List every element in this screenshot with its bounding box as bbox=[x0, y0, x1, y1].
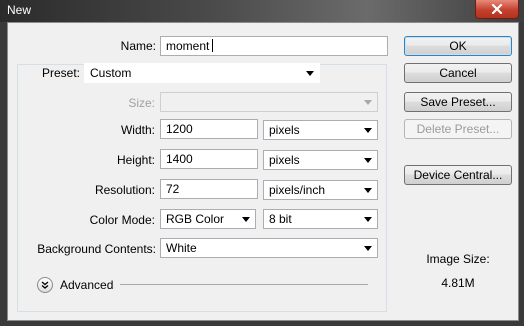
size-select[interactable] bbox=[160, 92, 378, 112]
resolution-unit-value: pixels/inch bbox=[269, 183, 326, 197]
height-unit-select[interactable]: pixels bbox=[263, 150, 378, 170]
resolution-unit-select[interactable]: pixels/inch bbox=[263, 180, 378, 200]
background-contents-value: White bbox=[166, 241, 197, 255]
size-label: Size: bbox=[128, 96, 155, 110]
name-label: Name: bbox=[120, 39, 156, 53]
name-input[interactable]: moment bbox=[160, 36, 388, 56]
width-input-value: 1200 bbox=[166, 122, 193, 136]
chevron-down-icon bbox=[364, 188, 372, 193]
height-unit-value: pixels bbox=[269, 153, 300, 167]
image-size-value: 4.81M bbox=[441, 276, 475, 290]
height-input-value: 1400 bbox=[166, 152, 193, 166]
chevron-double-down-icon bbox=[41, 281, 49, 289]
chevron-down-icon bbox=[242, 217, 250, 222]
cancel-button[interactable]: Cancel bbox=[404, 63, 512, 83]
close-button[interactable] bbox=[475, 0, 519, 19]
width-unit-select[interactable]: pixels bbox=[263, 120, 378, 140]
width-input[interactable]: 1200 bbox=[160, 119, 258, 139]
delete-preset-button[interactable]: Delete Preset... bbox=[404, 119, 512, 139]
advanced-expand-button[interactable] bbox=[37, 277, 53, 293]
chevron-down-icon bbox=[364, 100, 372, 105]
width-label: Width: bbox=[120, 123, 155, 137]
bit-depth-select[interactable]: 8 bit bbox=[263, 209, 378, 229]
name-input-value: moment bbox=[166, 39, 210, 53]
bit-depth-value: 8 bit bbox=[269, 212, 292, 226]
chevron-down-icon bbox=[364, 128, 372, 133]
width-unit-value: pixels bbox=[269, 123, 300, 137]
color-mode-label: Color Mode: bbox=[89, 213, 155, 227]
resolution-input[interactable]: 72 bbox=[160, 179, 258, 199]
device-central-button[interactable]: Device Central... bbox=[404, 165, 512, 185]
background-contents-label: Background Contents: bbox=[37, 242, 156, 256]
advanced-label: Advanced bbox=[60, 278, 114, 292]
image-size-label: Image Size: bbox=[426, 252, 490, 266]
chevron-down-icon bbox=[306, 71, 314, 76]
chevron-down-icon bbox=[364, 246, 372, 251]
window-title: New bbox=[7, 3, 32, 17]
preset-label: Preset: bbox=[41, 66, 80, 80]
height-label: Height: bbox=[116, 153, 155, 167]
preset-select[interactable]: Custom bbox=[84, 63, 320, 83]
height-input[interactable]: 1400 bbox=[160, 149, 258, 169]
color-mode-value: RGB Color bbox=[166, 212, 225, 226]
color-mode-select[interactable]: RGB Color bbox=[160, 209, 256, 229]
resolution-label: Resolution: bbox=[94, 183, 155, 197]
background-contents-select[interactable]: White bbox=[160, 238, 378, 258]
ok-button[interactable]: OK bbox=[404, 36, 512, 56]
close-icon bbox=[491, 4, 503, 14]
advanced-divider bbox=[120, 284, 368, 285]
title-bar[interactable]: New bbox=[0, 0, 524, 22]
text-caret bbox=[212, 39, 213, 52]
resolution-input-value: 72 bbox=[166, 182, 180, 196]
chevron-down-icon bbox=[364, 217, 372, 222]
preset-select-value: Custom bbox=[90, 66, 132, 80]
chevron-down-icon bbox=[364, 158, 372, 163]
save-preset-button[interactable]: Save Preset... bbox=[404, 92, 512, 112]
